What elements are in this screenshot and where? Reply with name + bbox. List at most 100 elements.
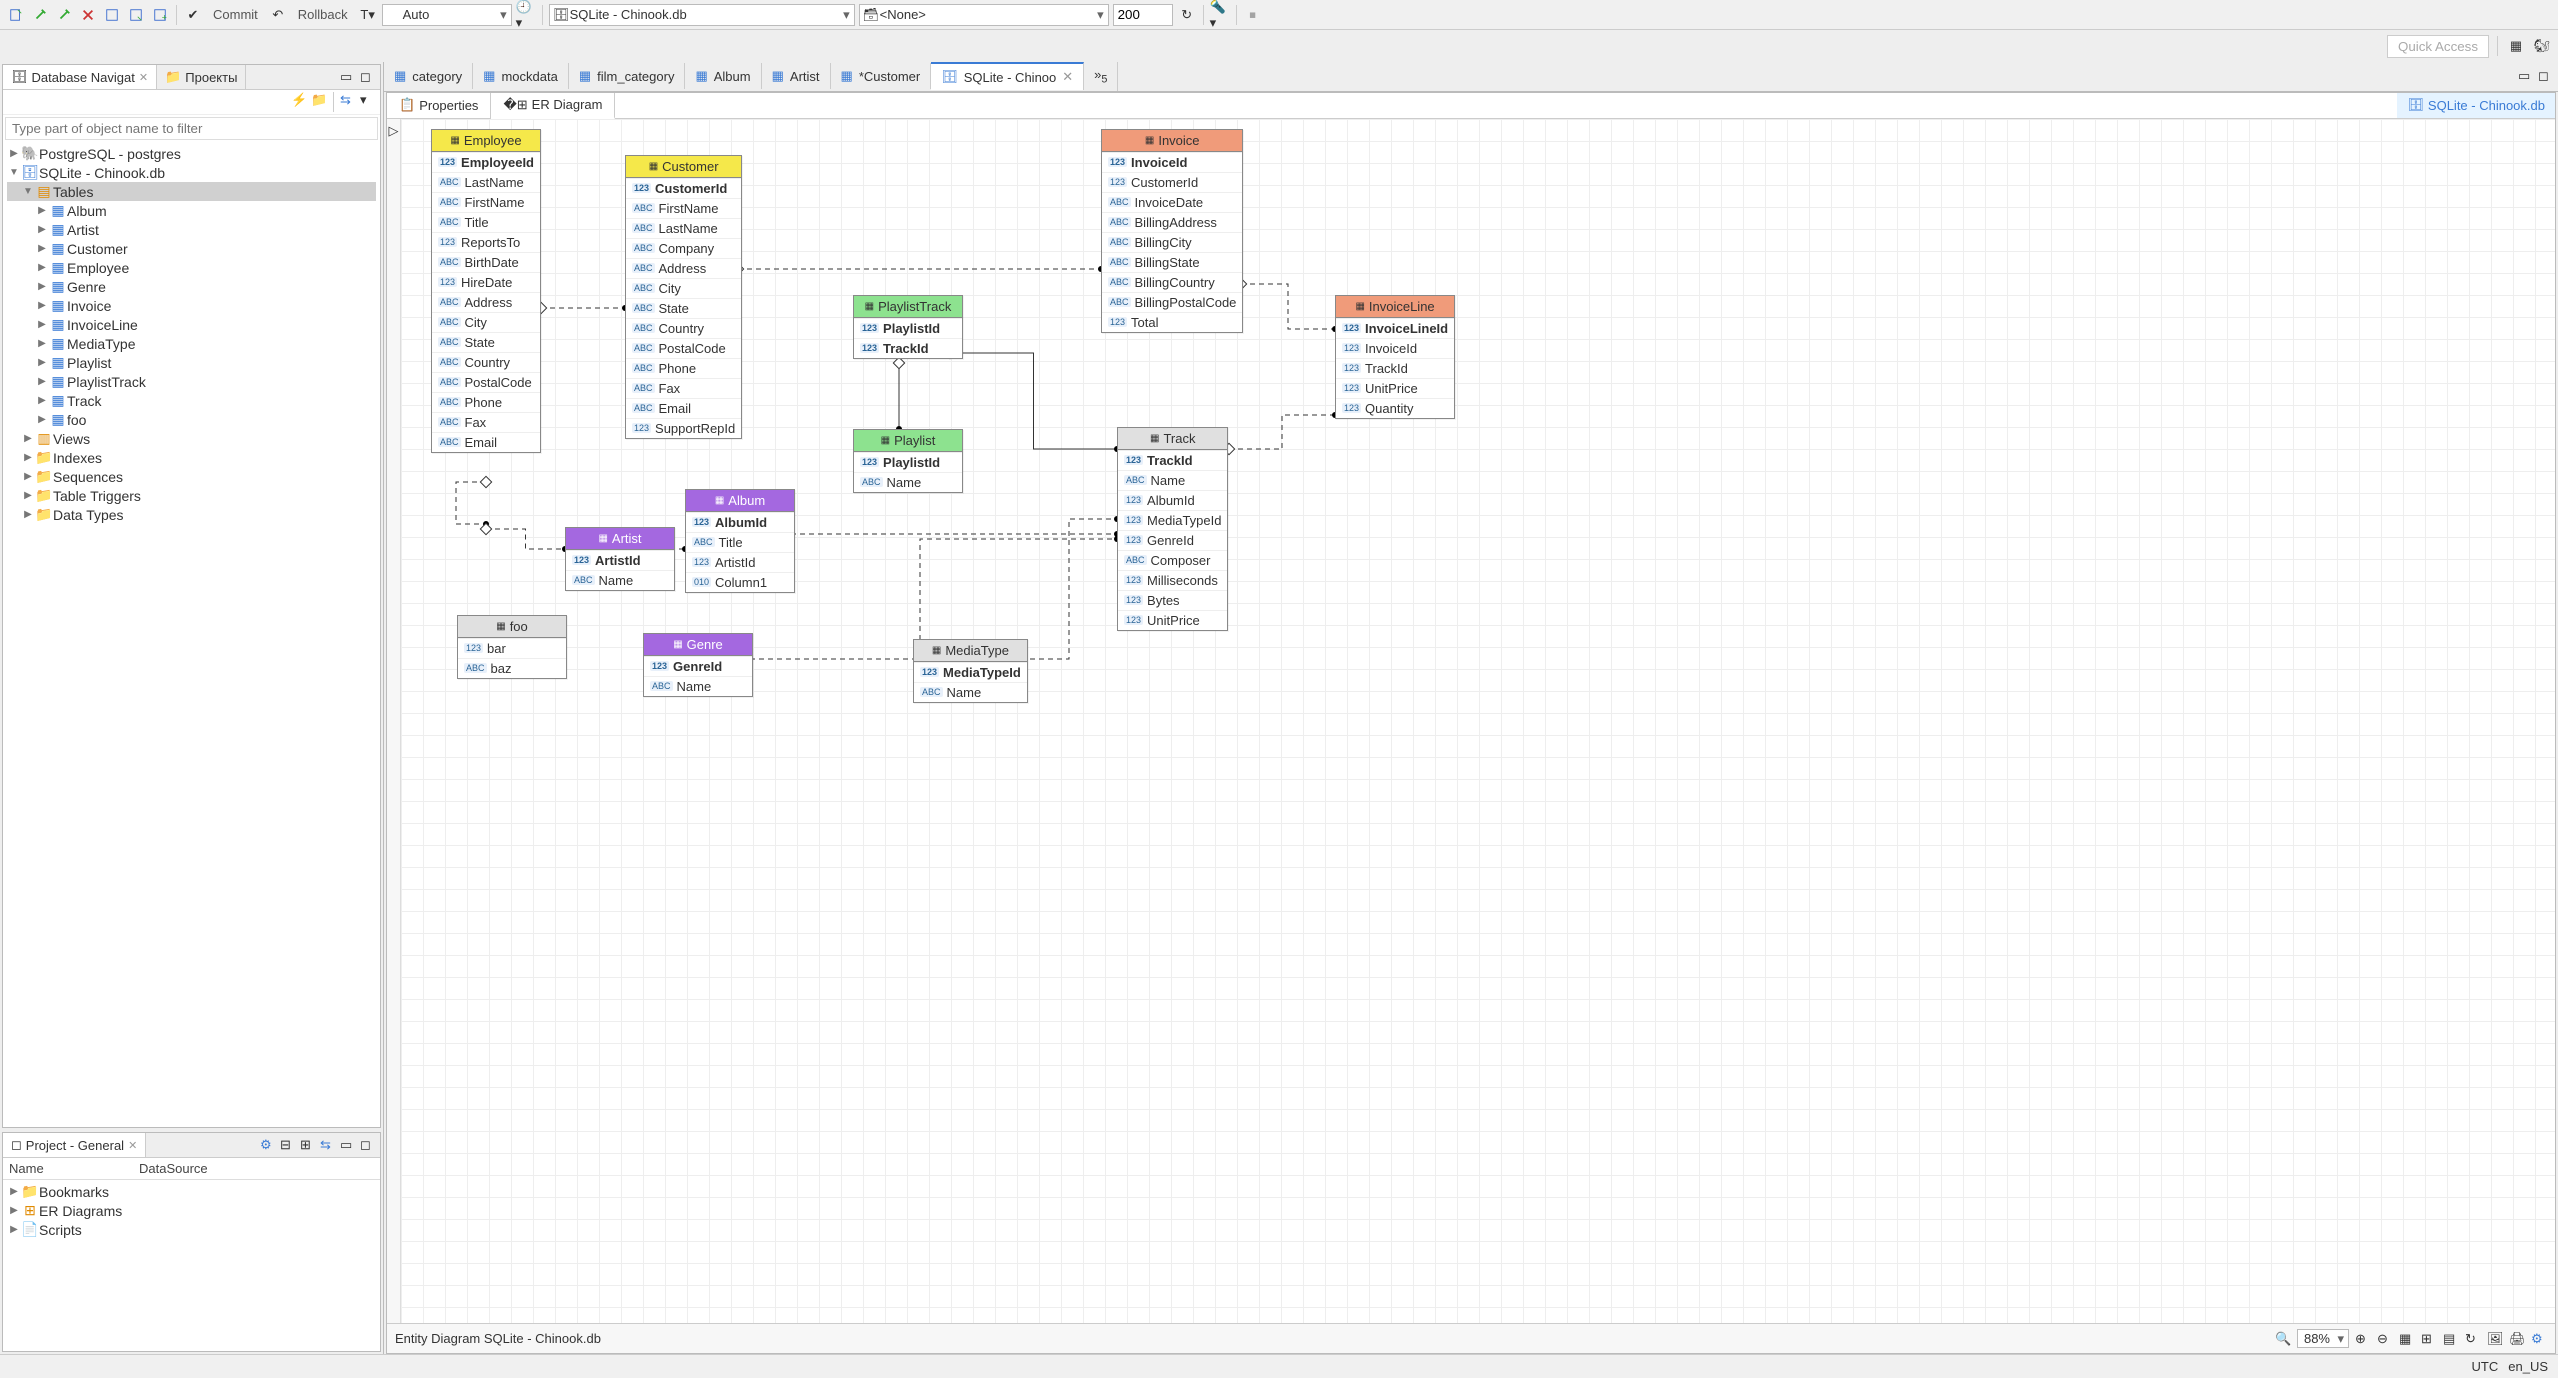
quick-access-button[interactable]: Quick Access	[2387, 35, 2489, 58]
nav-tab-database[interactable]: 🗄 Database Navigat ✕	[3, 65, 157, 89]
entity-column-total[interactable]: 123Total	[1102, 312, 1242, 332]
sql-editor-icon[interactable]	[102, 5, 122, 25]
entity-column-unitprice[interactable]: 123UnitPrice	[1336, 378, 1454, 398]
entity-column-albumid[interactable]: 123AlbumId	[686, 512, 794, 532]
entity-column-phone[interactable]: ABCPhone	[626, 358, 741, 378]
entity-header[interactable]: ▦MediaType	[914, 640, 1027, 662]
entity-invoiceline[interactable]: ▦InvoiceLine123InvoiceLineId123InvoiceId…	[1335, 295, 1455, 419]
entity-column-trackid[interactable]: 123TrackId	[1118, 450, 1227, 470]
entity-column-playlistid[interactable]: 123PlaylistId	[854, 452, 962, 472]
close-icon[interactable]: ✕	[139, 71, 148, 84]
entity-column-city[interactable]: ABCCity	[626, 278, 741, 298]
connect-icon[interactable]	[30, 5, 50, 25]
entity-column-genreid[interactable]: 123GenreId	[1118, 530, 1227, 550]
entity-column-firstname[interactable]: ABCFirstName	[432, 192, 540, 212]
refresh-icon[interactable]: ↻	[1177, 5, 1197, 25]
entity-header[interactable]: ▦PlaylistTrack	[854, 296, 962, 318]
entity-track[interactable]: ▦Track123TrackIdABCName123AlbumId123Medi…	[1117, 427, 1228, 631]
entity-column-column1[interactable]: 010Column1	[686, 572, 794, 592]
entity-column-bar[interactable]: 123bar	[458, 638, 566, 658]
tree-node-table-track[interactable]: ▶▦Track	[7, 391, 376, 410]
entity-column-birthdate[interactable]: ABCBirthDate	[432, 252, 540, 272]
export-icon[interactable]: 🖼	[2487, 1331, 2503, 1347]
editor-tab-artist[interactable]: ▦Artist	[762, 63, 831, 89]
entity-column-city[interactable]: ABCCity	[432, 312, 540, 332]
entity-column-postalcode[interactable]: ABCPostalCode	[432, 372, 540, 392]
nav-filter-input[interactable]	[5, 117, 378, 140]
entity-column-trackid[interactable]: 123TrackId	[1336, 358, 1454, 378]
find-icon[interactable]: 🔦▾	[1210, 5, 1230, 25]
entity-column-fax[interactable]: ABCFax	[626, 378, 741, 398]
tree-node-sqlite[interactable]: ▼🗄SQLite - Chinook.db	[7, 163, 376, 182]
add-box-icon[interactable]: ⊞	[300, 1137, 316, 1153]
tree-node-postgres[interactable]: ▶🐘PostgreSQL - postgres	[7, 144, 376, 163]
entity-header[interactable]: ▦Customer	[626, 156, 741, 178]
tree-node-triggers[interactable]: ▶📁Table Triggers	[7, 486, 376, 505]
perspective-open-icon[interactable]: ▦	[2506, 36, 2526, 56]
tree-node-table-playlisttrack[interactable]: ▶▦PlaylistTrack	[7, 372, 376, 391]
entity-mediatype[interactable]: ▦MediaType123MediaTypeIdABCName	[913, 639, 1028, 703]
entity-column-postalcode[interactable]: ABCPostalCode	[626, 338, 741, 358]
breadcrumb[interactable]: 🗄 SQLite - Chinook.db	[2397, 93, 2555, 118]
zoom-out-icon[interactable]: ⊖	[2377, 1331, 2393, 1347]
entity-column-invoiceid[interactable]: 123InvoiceId	[1102, 152, 1242, 172]
entity-column-artistid[interactable]: 123ArtistId	[566, 550, 674, 570]
entity-header[interactable]: ▦Track	[1118, 428, 1227, 450]
entity-column-customerid[interactable]: 123CustomerId	[1102, 172, 1242, 192]
entity-column-billingaddress[interactable]: ABCBillingAddress	[1102, 212, 1242, 232]
entity-column-lastname[interactable]: ABCLastName	[626, 218, 741, 238]
entity-column-milliseconds[interactable]: 123Milliseconds	[1118, 570, 1227, 590]
zoom-combo[interactable]: 88%	[2297, 1329, 2349, 1348]
grid-icon[interactable]: ⊞	[2421, 1331, 2437, 1347]
commit-icon[interactable]: ✔	[183, 5, 203, 25]
entity-column-invoicelineid[interactable]: 123InvoiceLineId	[1336, 318, 1454, 338]
close-icon[interactable]: ✕	[1062, 69, 1073, 85]
project-tab[interactable]: ◻ Project - General ✕	[3, 1133, 146, 1157]
entity-header[interactable]: ▦Genre	[644, 634, 752, 656]
entity-column-reportsto[interactable]: 123ReportsTo	[432, 232, 540, 252]
new-folder-icon[interactable]: 📁	[311, 92, 327, 108]
entity-foo[interactable]: ▦foo123barABCbaz	[457, 615, 567, 679]
entity-employee[interactable]: ▦Employee123EmployeeIdABCLastNameABCFirs…	[431, 129, 541, 453]
entity-column-address[interactable]: ABCAddress	[626, 258, 741, 278]
entity-column-genreid[interactable]: 123GenreId	[644, 656, 752, 676]
disconnect-icon[interactable]	[78, 5, 98, 25]
entity-column-state[interactable]: ABCState	[626, 298, 741, 318]
nav-tab-projects[interactable]: 📁 Проекты	[157, 65, 246, 89]
tx-mode-combo[interactable]: Auto	[382, 4, 512, 26]
entity-column-name[interactable]: ABCName	[644, 676, 752, 696]
tree-node-table-genre[interactable]: ▶▦Genre	[7, 277, 376, 296]
entity-playlist[interactable]: ▦Playlist123PlaylistIdABCName	[853, 429, 963, 493]
zoom-in-icon[interactable]: ⊕	[2355, 1331, 2371, 1347]
tree-node-table-invoiceline[interactable]: ▶▦InvoiceLine	[7, 315, 376, 334]
entity-column-mediatypeid[interactable]: 123MediaTypeId	[914, 662, 1027, 682]
editor-tab-filmcategory[interactable]: ▦film_category	[569, 63, 686, 89]
tab-properties[interactable]: 📋 Properties	[387, 93, 491, 118]
editor-tab-sqlitechinoo[interactable]: 🗄SQLite - Chinoo✕	[931, 62, 1084, 90]
tables-icon[interactable]: ▤	[2443, 1331, 2459, 1347]
entity-column-composer[interactable]: ABCComposer	[1118, 550, 1227, 570]
editor-tab-category[interactable]: ▦category	[384, 63, 473, 89]
collapse-icon[interactable]: ⊟	[280, 1137, 296, 1153]
tree-node-table-album[interactable]: ▶▦Album	[7, 201, 376, 220]
tree-node-table-employee[interactable]: ▶▦Employee	[7, 258, 376, 277]
tabs-overflow[interactable]: »5	[1084, 62, 1118, 91]
entity-column-customerid[interactable]: 123CustomerId	[626, 178, 741, 198]
stop-icon[interactable]: ⏹	[1243, 5, 1263, 25]
history-icon[interactable]: 🕘▾	[516, 5, 536, 25]
connect-alt-icon[interactable]	[54, 5, 74, 25]
editor-tab-mockdata[interactable]: ▦mockdata	[473, 63, 569, 89]
commit-button[interactable]: Commit	[207, 7, 264, 22]
entity-column-quantity[interactable]: 123Quantity	[1336, 398, 1454, 418]
row-limit-input[interactable]	[1113, 4, 1173, 26]
entity-column-albumid[interactable]: 123AlbumId	[1118, 490, 1227, 510]
entity-column-name[interactable]: ABCName	[1118, 470, 1227, 490]
entity-header[interactable]: ▦Playlist	[854, 430, 962, 452]
entity-column-billingcountry[interactable]: ABCBillingCountry	[1102, 272, 1242, 292]
entity-customer[interactable]: ▦Customer123CustomerIdABCFirstNameABCLas…	[625, 155, 742, 439]
tree-node-table-customer[interactable]: ▶▦Customer	[7, 239, 376, 258]
entity-column-mediatypeid[interactable]: 123MediaTypeId	[1118, 510, 1227, 530]
entity-column-baz[interactable]: ABCbaz	[458, 658, 566, 678]
entity-column-lastname[interactable]: ABCLastName	[432, 172, 540, 192]
minimize-icon[interactable]: ▭	[340, 69, 356, 85]
